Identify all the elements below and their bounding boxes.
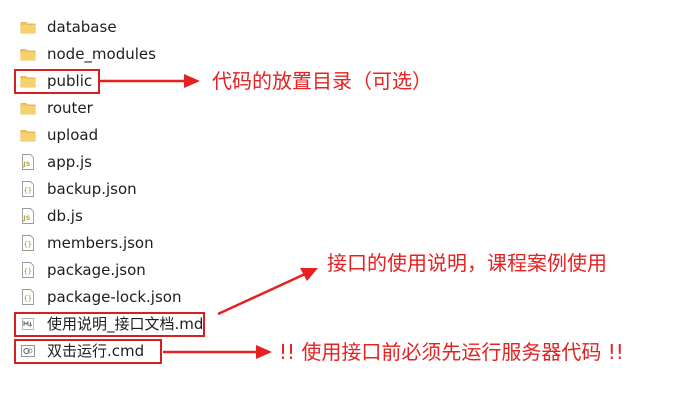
readme-arrow bbox=[217, 268, 318, 316]
cmd-annotation: !! 使用接口前必须先运行服务器代码 !! bbox=[279, 340, 624, 364]
cmd-arrow bbox=[163, 345, 272, 359]
public-annotation: 代码的放置目录（可选） bbox=[212, 69, 432, 93]
readme-annotation: 接口的使用说明，课程案例使用 bbox=[327, 251, 607, 275]
public-arrow bbox=[100, 74, 200, 88]
